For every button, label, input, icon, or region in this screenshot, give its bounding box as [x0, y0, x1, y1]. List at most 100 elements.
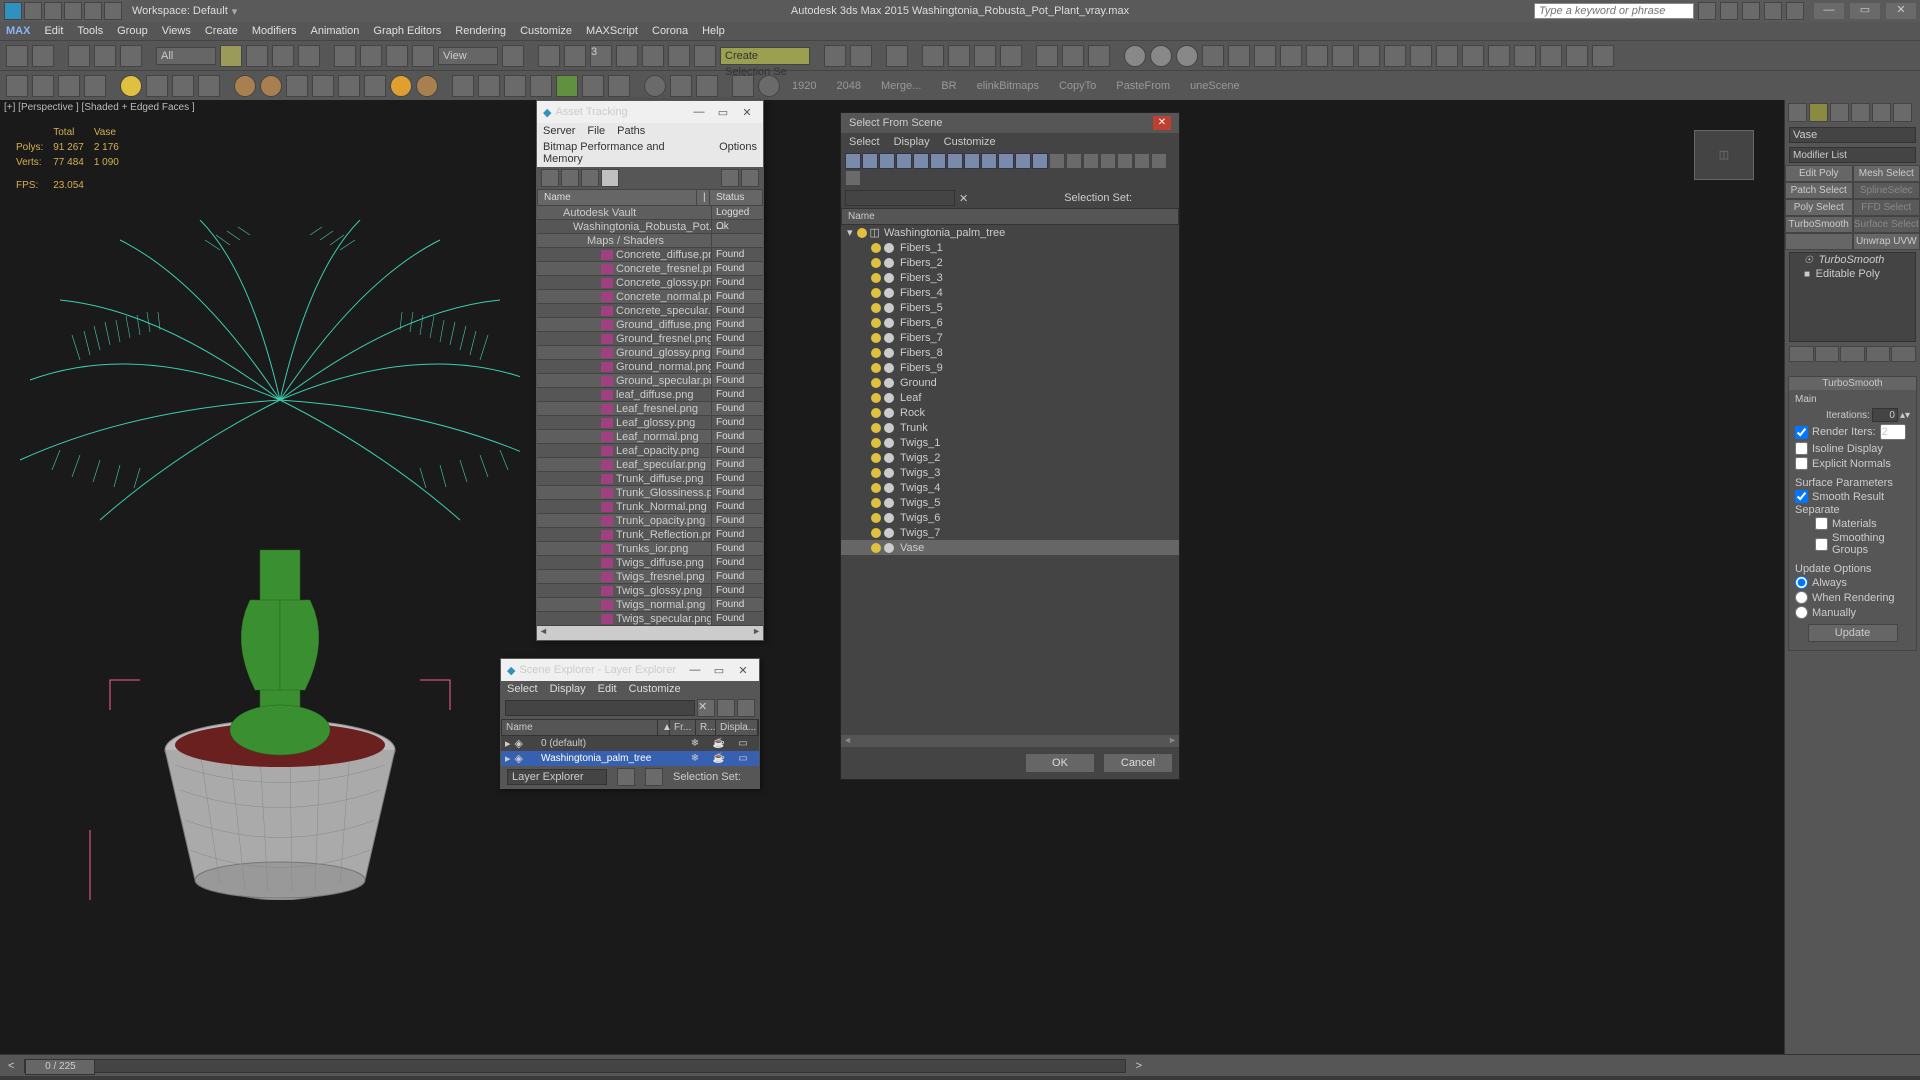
asset-row[interactable]: Twigs_glossy.pngFound	[537, 584, 763, 598]
menu-item[interactable]: Display	[550, 683, 586, 695]
scene-row[interactable]: Twigs_6	[841, 510, 1179, 525]
menu-item[interactable]: File	[587, 125, 605, 137]
bulb-icon[interactable]	[871, 393, 881, 403]
unlink-icon[interactable]	[94, 45, 116, 67]
asset-row[interactable]: Ground_normal.pngFound	[537, 360, 763, 374]
lock-icon[interactable]	[617, 768, 635, 786]
br-label[interactable]: BR	[933, 80, 964, 92]
object-name-input[interactable]	[1789, 127, 1916, 143]
ref-coord-combo[interactable]: View	[438, 47, 498, 65]
freeze-icon[interactable]: ❄	[683, 753, 707, 764]
tb2-icon[interactable]	[6, 75, 28, 97]
menu-item[interactable]: Paths	[617, 125, 645, 137]
name-filter-input[interactable]	[845, 190, 955, 206]
tb-icon[interactable]	[1566, 45, 1588, 67]
scale-icon[interactable]	[386, 45, 408, 67]
scene-row[interactable]: Fibers_1	[841, 240, 1179, 255]
menu-item[interactable]: Select	[507, 683, 538, 695]
filter-input[interactable]	[505, 700, 695, 716]
asset-row[interactable]: Trunk_opacity.pngFound	[537, 514, 763, 528]
iterations-input[interactable]	[1872, 408, 1898, 422]
light-icon[interactable]	[1124, 45, 1146, 67]
render-frame-icon[interactable]	[1062, 45, 1084, 67]
undo-icon[interactable]	[64, 2, 82, 20]
remove-mod-icon[interactable]	[1866, 346, 1891, 362]
tb2-icon[interactable]	[198, 75, 220, 97]
tb2-icon[interactable]	[146, 75, 168, 97]
asset-row[interactable]: Autodesk VaultLogged ...	[537, 206, 763, 220]
tb2-icon[interactable]	[452, 75, 474, 97]
tb2-icon[interactable]	[732, 75, 754, 97]
tb-icon[interactable]	[1100, 153, 1116, 169]
minimize-icon[interactable]: —	[685, 664, 705, 677]
col-name[interactable]: Name	[538, 190, 697, 205]
link-icon[interactable]	[68, 45, 90, 67]
menu-item[interactable]: MAXScript	[586, 25, 638, 37]
scene-row[interactable]: Twigs_7	[841, 525, 1179, 540]
select-object-icon[interactable]	[220, 45, 242, 67]
clear-icon[interactable]: ✕	[959, 192, 968, 205]
menu-item[interactable]: Options	[719, 141, 757, 165]
render-iters-check[interactable]: Render Iters:	[1795, 423, 1910, 441]
scene-row[interactable]: Fibers_7	[841, 330, 1179, 345]
tb-icon[interactable]	[1117, 153, 1133, 169]
bulb-icon[interactable]	[871, 498, 881, 508]
bulb-icon[interactable]	[871, 453, 881, 463]
exchange-icon[interactable]	[1742, 2, 1760, 20]
asset-row[interactable]: Ground_fresnel.pngFound	[537, 332, 763, 346]
smooth-result-check[interactable]: Smooth Result	[1795, 489, 1910, 504]
modify-tab-icon[interactable]	[1809, 103, 1828, 122]
asset-row[interactable]: Twigs_diffuse.pngFound	[537, 556, 763, 570]
asset-row[interactable]: Ground_specular.pngFound	[537, 374, 763, 388]
ok-button[interactable]: OK	[1025, 753, 1095, 773]
table-icon[interactable]	[601, 169, 619, 187]
move-icon[interactable]	[334, 45, 356, 67]
scene-row[interactable]: Trunk	[841, 420, 1179, 435]
hscroll[interactable]	[841, 735, 1179, 747]
menu-item[interactable]: Edit	[598, 683, 617, 695]
add-to-layer-icon[interactable]	[737, 699, 755, 717]
scene-row[interactable]: Leaf	[841, 390, 1179, 405]
named-selection-combo[interactable]: Create Selection Se	[720, 47, 810, 65]
asset-row[interactable]: Ground_diffuse.pngFound	[537, 318, 763, 332]
tb-icon[interactable]	[1410, 45, 1432, 67]
display-tab-icon[interactable]	[1872, 103, 1891, 122]
tb2-icon[interactable]	[364, 75, 386, 97]
bulb-icon[interactable]	[871, 438, 881, 448]
help-icon[interactable]	[758, 75, 780, 97]
tb2-icon[interactable]	[530, 75, 552, 97]
tb-icon[interactable]	[1332, 45, 1354, 67]
tb-icon[interactable]	[1083, 153, 1099, 169]
when-rendering-radio[interactable]: When Rendering	[1795, 590, 1910, 605]
materials-check[interactable]: Materials	[1795, 516, 1910, 531]
tb-icon[interactable]	[1488, 45, 1510, 67]
explicit-normals-check[interactable]: Explicit Normals	[1795, 456, 1910, 471]
col-render[interactable]: R...	[696, 720, 716, 735]
scene-row[interactable]: Fibers_6	[841, 315, 1179, 330]
tb-icon[interactable]	[1280, 45, 1302, 67]
menu-item[interactable]: Animation	[311, 25, 360, 37]
tb-icon[interactable]	[1228, 45, 1250, 67]
asset-row[interactable]: Washingtonia_Robusta_Pot...Ok	[537, 220, 763, 234]
schematic-icon[interactable]	[974, 45, 996, 67]
tb-icon[interactable]	[1592, 45, 1614, 67]
explorer-combo[interactable]: Layer Explorer	[507, 769, 607, 785]
scene-row[interactable]: Fibers_2	[841, 255, 1179, 270]
bulb-icon[interactable]	[871, 288, 881, 298]
menu-item[interactable]: Customize	[944, 136, 996, 148]
menu-item[interactable]: Customize	[520, 25, 572, 37]
close-button[interactable]: ✕	[1886, 3, 1916, 19]
isoline-check[interactable]: Isoline Display	[1795, 441, 1910, 456]
display-icon[interactable]: ▭	[731, 753, 755, 764]
new-layer-icon[interactable]	[717, 699, 735, 717]
col-sort[interactable]: ▲	[658, 720, 670, 735]
maximize-button[interactable]: ▭	[1850, 3, 1880, 19]
tb2-icon[interactable]	[32, 75, 54, 97]
undo-icon[interactable]	[6, 45, 28, 67]
tb2-icon[interactable]	[286, 75, 308, 97]
asset-row[interactable]: Twigs_normal.pngFound	[537, 598, 763, 612]
bulb-icon[interactable]	[871, 408, 881, 418]
next-frame-icon[interactable]: >	[1136, 1060, 1142, 1072]
col-name[interactable]: Name	[841, 208, 1179, 225]
config-sets-icon[interactable]	[1891, 346, 1916, 362]
